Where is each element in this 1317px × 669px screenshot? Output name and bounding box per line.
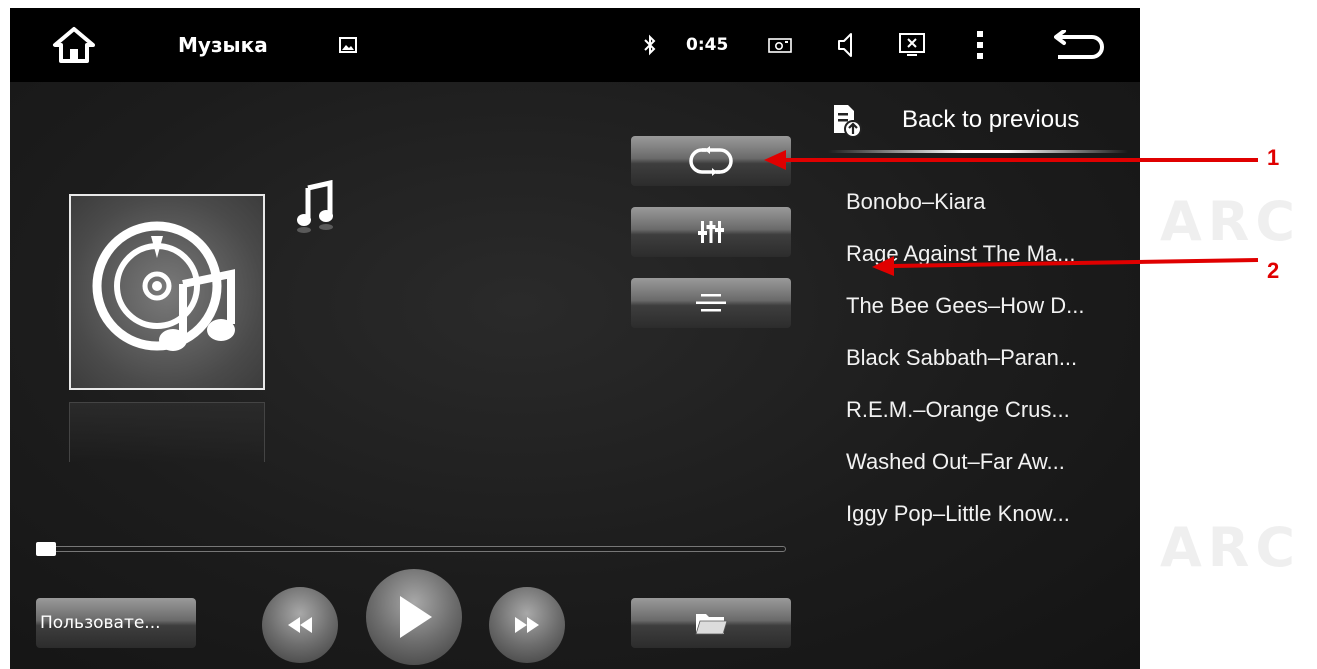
back-icon[interactable] [1050,8,1110,82]
user-button-label: Пользовате... [40,613,161,633]
volume-icon[interactable] [832,8,860,82]
next-button[interactable] [489,587,565,663]
previous-button[interactable] [262,587,338,663]
file-upload-icon [834,105,862,137]
repeat-button[interactable] [631,136,791,186]
callout-2-number: 2 [1267,258,1280,283]
progress-track[interactable] [40,546,786,552]
image-icon [336,8,360,82]
equalizer-button[interactable] [631,207,791,257]
track-item[interactable]: Black Sabbath–Paran... [846,338,1140,390]
disc-music-icon [92,221,235,351]
track-item[interactable]: Rage Against The Ma... [846,234,1140,286]
more-icon[interactable] [970,8,990,82]
bluetooth-icon [640,8,660,82]
music-player-screen: Музыка 0:45 Пользовате... Back to previo… [10,8,1140,669]
watermark: ARC [1160,516,1302,579]
rewind-icon [288,617,312,633]
back-to-previous-label: Back to previous [902,106,1080,133]
repeat-icon [689,146,733,176]
status-bar: Музыка 0:45 [10,8,1140,82]
app-title: Музыка [178,33,268,57]
progress-thumb[interactable] [36,542,56,556]
fast-forward-icon [515,617,539,633]
user-button[interactable]: Пользовате... [36,598,196,648]
album-art [69,194,265,390]
playlist-divider [828,150,1128,153]
folder-icon [695,614,728,635]
track-item[interactable]: Iggy Pop–Little Know... [846,494,1140,546]
play-button[interactable] [366,569,462,665]
folder-button[interactable] [631,598,791,648]
playlist-button[interactable] [631,278,791,328]
equalizer-icon [698,221,724,243]
track-item[interactable]: The Bee Gees–How D... [846,286,1140,338]
camera-icon[interactable] [766,8,794,82]
back-to-previous-row[interactable]: Back to previous [832,92,1132,148]
watermark: ARC [1160,190,1302,253]
music-note-icon [296,179,336,240]
album-reflection [69,402,265,462]
playlist: Bonobo–Kiara Rage Against The Ma... The … [846,182,1140,546]
close-screen-icon[interactable] [896,8,928,82]
list-icon [696,294,726,312]
callout-1-number: 1 [1267,145,1280,170]
track-item[interactable]: Washed Out–Far Aw... [846,442,1140,494]
play-icon [400,596,432,638]
clock-time: 0:45 [686,35,729,55]
track-item[interactable]: Bonobo–Kiara [846,182,1140,234]
track-item[interactable]: R.E.M.–Orange Crus... [846,390,1140,442]
home-icon[interactable] [44,8,104,82]
